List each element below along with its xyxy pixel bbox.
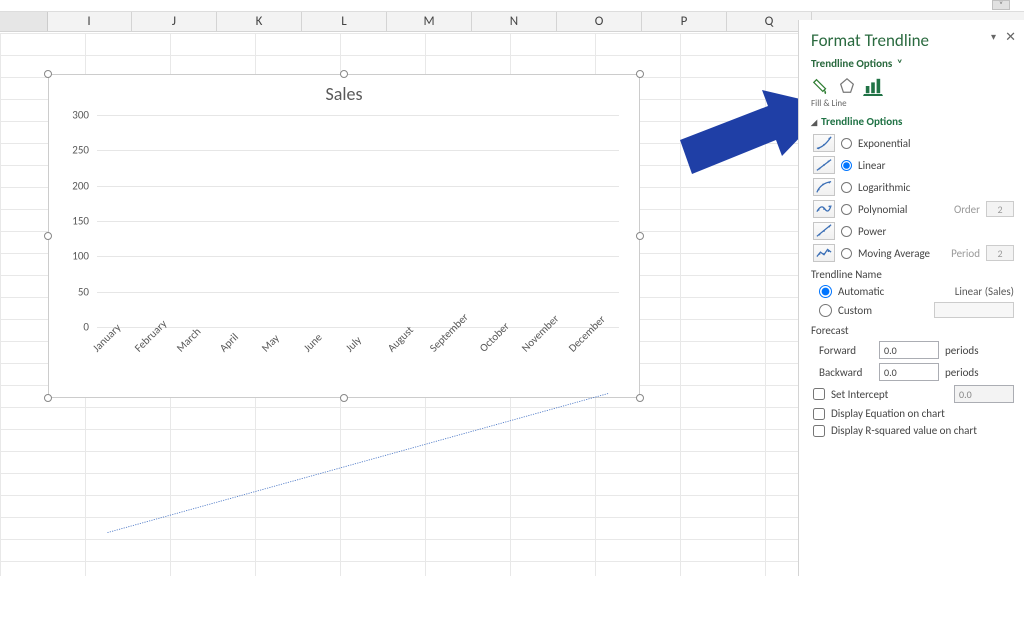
col-header[interactable]: N bbox=[472, 12, 557, 31]
display-equation-label: Display Equation on chart bbox=[831, 407, 1014, 420]
radio-exponential[interactable] bbox=[841, 138, 852, 149]
trendline-thumb-icon bbox=[813, 156, 835, 174]
pane-subtitle[interactable]: Trendline Options ˅ bbox=[811, 57, 1014, 70]
bars[interactable] bbox=[97, 115, 619, 327]
automatic-label: Automatic bbox=[838, 285, 884, 298]
y-axis: 050100150200250300 bbox=[57, 115, 93, 327]
plot-area[interactable]: 050100150200250300 bbox=[97, 115, 619, 327]
col-header[interactable]: K bbox=[217, 12, 302, 31]
type-label: Polynomial bbox=[858, 203, 907, 216]
section-trendline-options[interactable]: Trendline Options bbox=[811, 115, 1014, 128]
col-header[interactable]: P bbox=[642, 12, 727, 31]
periods-label: periods bbox=[945, 366, 979, 379]
resize-handle[interactable] bbox=[340, 70, 348, 78]
radio-linear[interactable] bbox=[841, 160, 852, 171]
trendline-type-option[interactable]: Exponential bbox=[811, 134, 1014, 152]
resize-handle[interactable] bbox=[636, 394, 644, 402]
display-equation-checkbox[interactable] bbox=[813, 408, 825, 420]
formula-dropdown-icon[interactable]: ˅ bbox=[992, 0, 1010, 10]
display-r2-checkbox[interactable] bbox=[813, 425, 825, 437]
resize-handle[interactable] bbox=[636, 70, 644, 78]
format-trendline-pane: ▾ ✕ Format Trendline Trendline Options ˅… bbox=[798, 20, 1024, 576]
col-header[interactable]: M bbox=[387, 12, 472, 31]
y-tick: 250 bbox=[72, 144, 89, 157]
forecast-label: Forecast bbox=[811, 324, 1014, 337]
set-intercept-label: Set Intercept bbox=[831, 388, 948, 401]
chart-title[interactable]: Sales bbox=[49, 75, 639, 109]
trendline-thumb-icon bbox=[813, 222, 835, 240]
radio-custom[interactable] bbox=[819, 304, 832, 317]
pane-options-icon[interactable]: ▾ bbox=[991, 30, 996, 43]
trendline-options-icon[interactable] bbox=[863, 76, 883, 96]
col-header[interactable]: J bbox=[132, 12, 217, 31]
trendline-thumb-icon bbox=[813, 178, 835, 196]
y-tick: 0 bbox=[83, 321, 89, 334]
resize-handle[interactable] bbox=[44, 394, 52, 402]
radio-moving-average[interactable] bbox=[841, 248, 852, 259]
param-label: Order bbox=[954, 203, 980, 216]
automatic-value: Linear (Sales) bbox=[955, 285, 1014, 298]
trendline-name-label: Trendline Name bbox=[811, 268, 1014, 281]
forward-input[interactable] bbox=[879, 341, 939, 359]
type-label: Power bbox=[858, 225, 886, 238]
resize-handle[interactable] bbox=[44, 70, 52, 78]
custom-label: Custom bbox=[838, 304, 872, 317]
trendline-type-option[interactable]: Moving Average Period bbox=[811, 244, 1014, 262]
pane-title: Format Trendline bbox=[811, 30, 1014, 51]
radio-logarithmic[interactable] bbox=[841, 182, 852, 193]
resize-handle[interactable] bbox=[44, 232, 52, 240]
radio-polynomial[interactable] bbox=[841, 204, 852, 215]
y-tick: 200 bbox=[72, 179, 89, 192]
y-tick: 150 bbox=[72, 215, 89, 228]
periods-label: periods bbox=[945, 344, 979, 357]
resize-handle[interactable] bbox=[340, 394, 348, 402]
type-label: Moving Average bbox=[858, 247, 930, 260]
resize-handle[interactable] bbox=[636, 232, 644, 240]
type-label: Exponential bbox=[858, 137, 911, 150]
pane-tab-icons bbox=[811, 76, 1014, 96]
chevron-down-icon: ˅ bbox=[894, 57, 902, 70]
pane-subtitle-label: Trendline Options bbox=[811, 57, 892, 70]
display-r2-label: Display R-squared value on chart bbox=[831, 424, 1014, 437]
trendline-thumb-icon bbox=[813, 200, 835, 218]
formula-bar: ˅ bbox=[0, 0, 1024, 12]
trendline-type-option[interactable]: Power bbox=[811, 222, 1014, 240]
col-header[interactable]: L bbox=[302, 12, 387, 31]
trendline-type-option[interactable]: Polynomial Order bbox=[811, 200, 1014, 218]
x-axis: JanuaryFebruaryMarchAprilMayJuneJulyAugu… bbox=[97, 327, 619, 387]
set-intercept-checkbox[interactable] bbox=[813, 388, 825, 400]
type-label: Linear bbox=[858, 159, 886, 172]
chart-object[interactable]: Sales 050100150200250300 JanuaryFebruary… bbox=[48, 74, 640, 398]
y-tick: 100 bbox=[72, 250, 89, 263]
custom-name-input[interactable] bbox=[934, 302, 1014, 318]
forward-label: Forward bbox=[819, 344, 873, 357]
col-header[interactable]: O bbox=[557, 12, 642, 31]
trendline-thumb-icon bbox=[813, 244, 835, 262]
backward-label: Backward bbox=[819, 366, 873, 379]
effects-icon[interactable] bbox=[837, 76, 857, 96]
param-input[interactable] bbox=[986, 201, 1014, 217]
backward-input[interactable] bbox=[879, 363, 939, 381]
intercept-input[interactable] bbox=[954, 385, 1014, 403]
col-header[interactable]: I bbox=[47, 12, 132, 31]
fill-line-tooltip: Fill & Line bbox=[811, 98, 1014, 109]
y-tick: 300 bbox=[72, 109, 89, 122]
type-label: Logarithmic bbox=[858, 181, 910, 194]
y-tick: 50 bbox=[78, 285, 89, 298]
fill-line-icon[interactable] bbox=[811, 76, 831, 96]
trendline-type-option[interactable]: Logarithmic bbox=[811, 178, 1014, 196]
param-input[interactable] bbox=[986, 245, 1014, 261]
radio-power[interactable] bbox=[841, 226, 852, 237]
close-icon[interactable]: ✕ bbox=[1005, 30, 1016, 45]
trendline-thumb-icon bbox=[813, 134, 835, 152]
radio-automatic[interactable] bbox=[819, 285, 832, 298]
trendline-type-option[interactable]: Linear bbox=[811, 156, 1014, 174]
param-label: Period bbox=[951, 247, 980, 260]
